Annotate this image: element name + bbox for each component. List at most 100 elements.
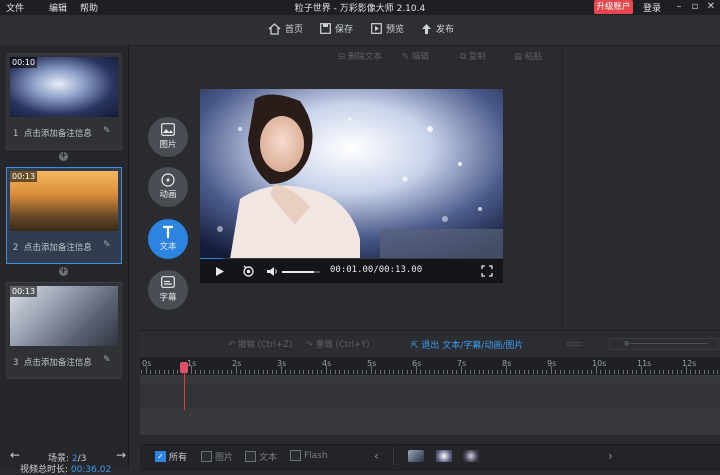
edit-icon[interactable]: ✎	[103, 240, 111, 250]
ruler-tick-mark	[334, 370, 336, 374]
video-preview[interactable]	[200, 89, 503, 259]
ruler-tick-mark	[555, 370, 556, 374]
delete-text-button[interactable]: ⊟ 删除文本	[338, 50, 382, 62]
add-scene-icon[interactable]: +	[59, 267, 68, 276]
scene-card-3[interactable]: 00:13 3 点击添加备注信息 ✎	[6, 282, 122, 379]
scene-duration: 00:13	[10, 171, 38, 182]
volume-slider[interactable]	[282, 271, 320, 273]
maximize-icon[interactable]: ▫	[688, 0, 702, 14]
ruler-tick-mark	[339, 370, 340, 374]
zoom-slider[interactable]	[609, 338, 719, 350]
filter-all-checkbox[interactable]: ✓ 所有	[155, 450, 187, 463]
volume-icon[interactable]	[266, 266, 278, 277]
ruler-tick-label: 11s	[637, 359, 652, 368]
ruler-tick-mark	[406, 370, 408, 374]
ruler-tick-mark	[249, 370, 250, 374]
scene-card-1[interactable]: 00:10 1 点击添加备注信息 ✎	[6, 53, 122, 150]
scroll-left-icon[interactable]: ‹	[374, 449, 379, 463]
filter-text-checkbox[interactable]: 文本	[245, 450, 277, 463]
ruler-tick-mark	[298, 370, 300, 374]
volume-level	[282, 271, 315, 273]
play-icon[interactable]	[215, 266, 225, 277]
subtitle-tool-label: 字幕	[159, 293, 177, 303]
image-tool-button[interactable]: 图片	[148, 117, 188, 157]
ruler-tick-mark	[483, 370, 484, 374]
playhead-handle[interactable]	[180, 362, 188, 373]
ruler-tick-mark	[361, 370, 363, 374]
zoom-fit-icon[interactable]: ▭▭	[566, 339, 594, 348]
paste-button[interactable]: ▤ 粘贴	[514, 50, 542, 62]
ruler-tick-mark	[582, 370, 583, 374]
ruler-tick-mark	[280, 366, 282, 374]
ruler-tick-mark	[717, 370, 718, 374]
scene-card-2[interactable]: 00:13 2 点击添加备注信息 ✎	[6, 167, 122, 264]
ruler-tick-mark	[451, 370, 453, 374]
ruler-tick-mark	[618, 370, 619, 374]
edit-icon[interactable]: ✎	[103, 126, 111, 136]
save-button[interactable]: 保存	[320, 22, 353, 35]
checkbox-checked: ✓	[155, 451, 166, 462]
ruler-tick-mark	[685, 366, 687, 374]
exit-text-mode-button[interactable]: ⇱ 退出 文本/字幕/动画/图片	[411, 338, 523, 351]
redo-button[interactable]: ↷ 重做 (Ctrl+Y)	[306, 338, 370, 350]
properties-panel	[562, 46, 720, 328]
ruler-tick-mark	[460, 366, 462, 374]
ruler-tick-mark	[222, 370, 223, 374]
ruler-tick-mark	[379, 370, 381, 374]
scene-note[interactable]: 1 点击添加备注信息	[13, 127, 92, 139]
ruler-tick-mark	[177, 370, 178, 374]
ruler-tick-mark	[510, 370, 511, 374]
animation-tool-button[interactable]: 动画	[148, 167, 188, 207]
ruler-tick-mark	[433, 370, 435, 374]
fullscreen-icon[interactable]	[481, 265, 493, 277]
ruler-tick-label: 4s	[322, 359, 332, 368]
ruler-tick-label: 7s	[457, 359, 467, 368]
minimize-icon[interactable]: –	[672, 0, 686, 14]
scene-note[interactable]: 3 点击添加备注信息	[13, 356, 92, 368]
asset-thumb-3[interactable]	[463, 450, 479, 462]
ruler-tick-mark	[654, 370, 655, 374]
upgrade-account-button[interactable]: 升级账户	[594, 0, 633, 14]
ruler-tick-mark	[375, 370, 376, 374]
subtitle-tool-button[interactable]: 字幕	[148, 270, 188, 310]
undo-button[interactable]: ↶ 撤销 (Ctrl+Z)	[228, 338, 292, 350]
ruler-tick-mark	[159, 370, 160, 374]
asset-thumb-2[interactable]	[436, 450, 452, 462]
checkbox	[201, 451, 212, 462]
ruler-tick-mark	[438, 370, 439, 374]
ruler-tick-mark	[492, 370, 493, 374]
asset-thumb-1[interactable]	[408, 450, 424, 462]
close-icon[interactable]: ✕	[704, 0, 718, 14]
ruler-tick-mark	[352, 370, 354, 374]
ruler-tick-mark	[564, 370, 565, 374]
copy-button[interactable]: ⧉ 复制	[460, 50, 486, 62]
login-link[interactable]: 登录	[643, 1, 661, 14]
ruler-tick-mark	[609, 370, 610, 374]
publish-button[interactable]: 发布	[421, 22, 454, 35]
preview-button[interactable]: 预览	[371, 22, 404, 35]
ruler-tick-mark	[442, 370, 444, 374]
replay-icon[interactable]	[242, 265, 255, 277]
ruler-tick-mark	[600, 370, 601, 374]
ruler-tick-mark	[199, 370, 201, 374]
text-tool-button[interactable]: 文本	[148, 219, 188, 259]
next-scene-icon[interactable]: →	[116, 448, 126, 462]
ruler-tick-mark	[325, 366, 327, 374]
filter-flash-checkbox[interactable]: Flash	[290, 450, 328, 461]
text-icon	[163, 225, 173, 238]
filter-image-checkbox[interactable]: 图片	[201, 450, 233, 463]
home-button[interactable]: 首页	[268, 22, 303, 35]
scene-note[interactable]: 2 点击添加备注信息	[13, 241, 92, 253]
edit-icon[interactable]: ✎	[103, 355, 111, 365]
add-scene-icon[interactable]: +	[59, 152, 68, 161]
main-toolbar	[0, 15, 720, 46]
ruler-tick-mark	[573, 370, 574, 374]
preview-label: 预览	[386, 25, 405, 35]
edit-button[interactable]: ✎ 编辑	[402, 50, 429, 62]
ruler-tick-mark	[514, 370, 516, 374]
scroll-right-icon[interactable]: ›	[608, 449, 613, 463]
ruler-tick-label: 1s	[187, 359, 197, 368]
prev-scene-icon[interactable]: ←	[10, 448, 20, 462]
timeline-track[interactable]	[140, 384, 720, 408]
publish-label: 发布	[436, 25, 455, 35]
